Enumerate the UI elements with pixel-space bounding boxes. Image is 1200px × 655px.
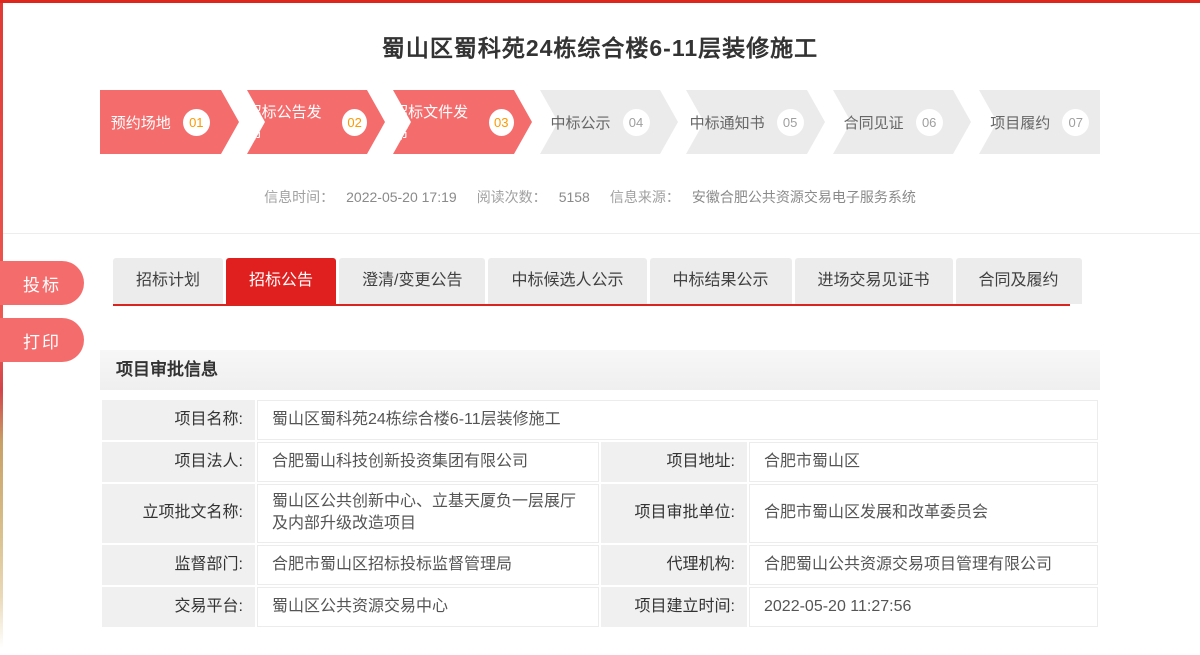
read-count-label: 阅读次数： <box>477 189 547 205</box>
field-value-agency: 合肥蜀山公共资源交易项目管理有限公司 <box>749 545 1098 585</box>
field-value-approval-authority: 合肥市蜀山区发展和改革委员会 <box>749 484 1098 543</box>
page-title: 蜀山区蜀科苑24栋综合楼6-11层装修施工 <box>0 29 1200 63</box>
field-label-trading-platform: 交易平台: <box>102 587 255 627</box>
field-label-approval-authority: 项目审批单位: <box>601 484 747 543</box>
step-number-badge: 03 <box>489 109 514 136</box>
table-row: 交易平台: 蜀山区公共资源交易中心 项目建立时间: 2022-05-20 11:… <box>102 587 1098 627</box>
tab-bid-plan[interactable]: 招标计划 <box>113 258 223 304</box>
info-meta-line: 信息时间： 2022-05-20 17:19 阅读次数： 5158 信息来源： 安徽合肥公… <box>0 187 1200 234</box>
field-value-project-name: 蜀山区蜀科苑24栋综合楼6-11层装修施工 <box>257 400 1098 440</box>
step-label: 中标公示 <box>551 112 611 133</box>
step-number-badge: 01 <box>183 109 210 136</box>
tab-entry-transaction-certificate[interactable]: 进场交易见证书 <box>795 258 953 304</box>
tab-bid-announcement[interactable]: 招标公告 <box>226 258 336 304</box>
tab-result-publicity[interactable]: 中标结果公示 <box>650 258 792 304</box>
step-award-notice: 中标通知书 05 <box>686 90 807 154</box>
step-number-badge: 05 <box>777 109 804 136</box>
field-label-agency: 代理机构: <box>601 545 747 585</box>
info-time-label: 信息时间： <box>264 189 334 205</box>
field-label-project-created-time: 项目建立时间: <box>601 587 747 627</box>
field-label-legal-entity: 项目法人: <box>102 442 255 482</box>
field-value-project-address: 合肥市蜀山区 <box>749 442 1098 482</box>
table-row: 监督部门: 合肥市蜀山区招标投标监督管理局 代理机构: 合肥蜀山公共资源交易项目… <box>102 545 1098 585</box>
tab-candidate-publicity[interactable]: 中标候选人公示 <box>488 258 646 304</box>
info-time-value: 2022-05-20 17:19 <box>346 189 457 205</box>
field-value-project-created-time: 2022-05-20 11:27:56 <box>749 587 1098 627</box>
field-label-supervision-department: 监督部门: <box>102 545 255 585</box>
info-source-value: 安徽合肥公共资源交易电子服务系统 <box>692 189 916 205</box>
table-row: 项目名称: 蜀山区蜀科苑24栋综合楼6-11层装修施工 <box>102 400 1098 440</box>
print-button[interactable]: 打印 <box>0 318 84 362</box>
field-value-supervision-department: 合肥市蜀山区招标投标监督管理局 <box>257 545 599 585</box>
project-approval-section: 项目审批信息 项目名称: 蜀山区蜀科苑24栋综合楼6-11层装修施工 项目法人:… <box>100 350 1100 629</box>
project-approval-table: 项目名称: 蜀山区蜀科苑24栋综合楼6-11层装修施工 项目法人: 合肥蜀山科技… <box>100 398 1100 629</box>
field-label-approval-document-name: 立项批文名称: <box>102 484 255 543</box>
table-row: 立项批文名称: 蜀山区公共创新中心、立基天厦负一层展厅及内部升级改造项目 项目审… <box>102 484 1098 543</box>
field-value-approval-document-name: 蜀山区公共创新中心、立基天厦负一层展厅及内部升级改造项目 <box>257 484 599 543</box>
field-label-project-name: 项目名称: <box>102 400 255 440</box>
section-title: 项目审批信息 <box>100 350 1100 390</box>
tab-contract-and-performance[interactable]: 合同及履约 <box>956 258 1082 304</box>
field-value-legal-entity: 合肥蜀山科技创新投资集团有限公司 <box>257 442 599 482</box>
step-project-performance: 项目履约 07 <box>979 90 1100 154</box>
step-label: 招标公告发布 <box>247 101 331 143</box>
step-number-badge: 02 <box>342 109 367 136</box>
process-step-bar: 预约场地 01 招标公告发布 02 招标文件发布 03 中标公示 04 中标通知… <box>100 90 1100 154</box>
step-label: 项目履约 <box>990 112 1050 133</box>
step-number-badge: 04 <box>623 109 650 136</box>
info-source-label: 信息来源： <box>610 189 680 205</box>
step-number-badge: 06 <box>916 109 943 136</box>
tab-clarification-change-notice[interactable]: 澄清/变更公告 <box>339 258 485 304</box>
table-row: 项目法人: 合肥蜀山科技创新投资集团有限公司 项目地址: 合肥市蜀山区 <box>102 442 1098 482</box>
tabs-underline <box>113 304 1070 306</box>
field-label-project-address: 项目地址: <box>601 442 747 482</box>
step-bid-documents-published: 招标文件发布 03 <box>393 90 514 154</box>
step-label: 预约场地 <box>111 112 171 133</box>
step-label: 招标文件发布 <box>393 101 477 143</box>
step-label: 中标通知书 <box>690 112 765 133</box>
read-count-value: 5158 <box>559 189 590 205</box>
step-bid-announcement-published: 招标公告发布 02 <box>247 90 368 154</box>
bid-button[interactable]: 投标 <box>0 261 84 305</box>
step-label: 合同见证 <box>844 112 904 133</box>
field-value-trading-platform: 蜀山区公共资源交易中心 <box>257 587 599 627</box>
document-tabs: 招标计划 招标公告 澄清/变更公告 中标候选人公示 中标结果公示 进场交易见证书… <box>113 258 1200 304</box>
step-winner-publicity: 中标公示 04 <box>540 90 661 154</box>
step-contract-witness: 合同见证 06 <box>833 90 954 154</box>
step-number-badge: 07 <box>1062 109 1089 136</box>
step-reserve-venue: 预约场地 01 <box>100 90 221 154</box>
